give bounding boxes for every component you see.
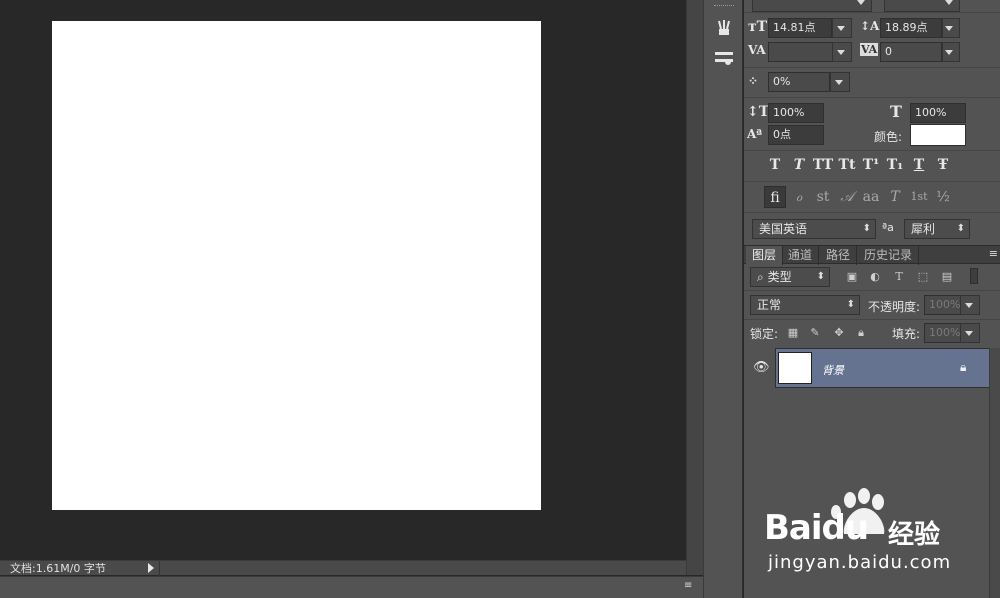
pixel-layer-filter-icon[interactable]: ▣	[845, 270, 859, 284]
font-size-field[interactable]: 14.81点	[768, 18, 832, 38]
tab-history[interactable]: 历史记录	[858, 246, 920, 265]
all-caps-button[interactable]: TT	[812, 154, 834, 176]
superscript-button[interactable]: T¹	[860, 154, 882, 176]
stylistic-alternates-button[interactable]: aa	[860, 186, 882, 208]
ligatures-button[interactable]: ﬁ	[764, 186, 786, 208]
tab-layers[interactable]: 图层	[746, 246, 784, 265]
subscript-button[interactable]: T₁	[884, 154, 906, 176]
antialias-select[interactable]: 犀利	[904, 219, 970, 239]
tab-channels[interactable]: 通道	[782, 246, 820, 265]
faux-italic-button[interactable]: T	[788, 154, 810, 176]
horizontal-scale-field[interactable]: 100%	[910, 103, 966, 123]
font-style-select[interactable]	[884, 0, 960, 12]
layer-filter-label: 类型	[767, 270, 792, 284]
vertical-scrollbar[interactable]	[686, 0, 703, 575]
layers-scrollbar[interactable]	[989, 348, 1000, 598]
divider	[744, 67, 1000, 68]
kerning-icon: VA	[748, 43, 766, 57]
lock-all-icon[interactable]: 🔒︎	[854, 326, 868, 340]
shape-layer-filter-icon[interactable]: ⬚	[916, 270, 930, 284]
brush-presets-icon[interactable]	[704, 15, 744, 41]
panel-dock-strip	[703, 0, 743, 598]
kerning-dropdown[interactable]	[832, 42, 852, 62]
eye-icon: 👁︎	[753, 360, 770, 375]
smart-object-filter-icon[interactable]: ▤	[940, 270, 954, 284]
discretionary-ligatures-button[interactable]: ℴ	[788, 186, 810, 208]
type-layer-filter-icon[interactable]: T	[892, 270, 906, 284]
blend-mode-select[interactable]: 正常	[750, 295, 860, 315]
underline-button[interactable]: T	[908, 154, 930, 176]
fill-dropdown[interactable]	[960, 323, 980, 343]
swash-button[interactable]: 𝒜	[836, 186, 858, 208]
divider	[744, 212, 1000, 213]
baseline-shift-icon: Aª	[747, 127, 763, 141]
status-bar: 文档:1.61M/0 字节	[0, 560, 686, 576]
horizontal-scrollbar[interactable]	[0, 576, 703, 598]
document-canvas[interactable]	[52, 21, 541, 510]
divider	[744, 12, 1000, 13]
lock-label: 锁定:	[750, 327, 779, 341]
panel-menu-icon[interactable]: ≡	[684, 580, 700, 592]
status-menu-arrow-icon[interactable]	[148, 563, 154, 573]
fill-label: 填充:	[892, 327, 921, 341]
dock-grip-icon[interactable]	[714, 5, 734, 7]
lock-transparency-icon[interactable]: ▦	[786, 326, 800, 340]
font-family-select[interactable]	[752, 0, 872, 12]
tsume-dropdown[interactable]	[830, 72, 850, 92]
ordinals-button[interactable]: 1st	[908, 186, 930, 208]
filter-toggle[interactable]	[970, 268, 978, 284]
contextual-alternates-button[interactable]: st	[812, 186, 834, 208]
tsume-field[interactable]: 0%	[768, 72, 830, 92]
antialias-icon: ªa	[882, 221, 894, 234]
layers-panel-tabs: 图层 通道 路径 历史记录 ≡	[744, 245, 1000, 265]
language-select[interactable]: 美国英语	[752, 219, 876, 239]
leading-dropdown[interactable]	[942, 18, 960, 38]
watermark-url: jingyan.baidu.com	[768, 552, 952, 573]
font-size-dropdown[interactable]	[832, 18, 852, 38]
layer-visibility-toggle[interactable]: 👁︎	[744, 348, 776, 388]
divider	[744, 290, 1000, 291]
leading-field[interactable]: 18.89点	[880, 18, 942, 38]
lock-image-icon[interactable]: ✎	[808, 326, 822, 340]
vertical-scale-icon: ↕T	[747, 104, 770, 120]
jingyan-brand-text: 经验	[888, 520, 941, 550]
document-info: 文档:1.61M/0 字节	[10, 562, 106, 575]
lock-position-icon[interactable]: ✥	[832, 326, 846, 340]
tab-paths[interactable]: 路径	[820, 246, 858, 265]
strikethrough-button[interactable]: Ŧ	[932, 154, 954, 176]
horizontal-scale-icon: T	[890, 102, 902, 121]
vertical-scale-field[interactable]: 100%	[768, 103, 824, 123]
layer-thumbnail[interactable]	[778, 352, 812, 384]
tracking-field[interactable]: 0	[880, 42, 942, 62]
clone-source-icon[interactable]	[704, 44, 744, 70]
layer-filter-select[interactable]: ⌕ 类型	[750, 267, 830, 287]
adjustment-layer-filter-icon[interactable]: ◐	[868, 270, 882, 284]
color-label: 颜色:	[874, 130, 903, 144]
fractions-button[interactable]: ½	[932, 186, 954, 208]
leading-icon: ↕A	[860, 19, 880, 33]
faux-bold-button[interactable]: T	[764, 154, 786, 176]
opacity-dropdown[interactable]	[960, 295, 980, 315]
baidu-jingyan-watermark: Baidu 经验 jingyan.baidu.com	[764, 488, 964, 588]
text-color-swatch[interactable]	[910, 124, 966, 146]
tracking-icon: VA	[860, 43, 879, 56]
layer-lock-icon[interactable]: 🔒︎	[960, 360, 966, 375]
tsume-icon: ⁘	[748, 74, 759, 88]
divider	[744, 181, 1000, 182]
search-icon: ⌕	[757, 270, 764, 284]
layers-panel-menu-icon[interactable]: ≡	[989, 247, 998, 260]
font-size-icon: ᴛT	[748, 19, 768, 35]
small-caps-button[interactable]: Tt	[836, 154, 858, 176]
tracking-dropdown[interactable]	[942, 42, 960, 62]
divider	[744, 97, 1000, 98]
layer-name[interactable]: 背景	[822, 362, 844, 378]
baseline-shift-field[interactable]: 0点	[768, 125, 824, 145]
opacity-label: 不透明度:	[868, 300, 921, 314]
divider	[744, 150, 1000, 151]
titling-alternates-button[interactable]: T	[884, 186, 906, 208]
divider	[744, 319, 1000, 320]
baidu-brand-text: Baidu	[764, 508, 869, 548]
status-divider	[159, 561, 160, 576]
